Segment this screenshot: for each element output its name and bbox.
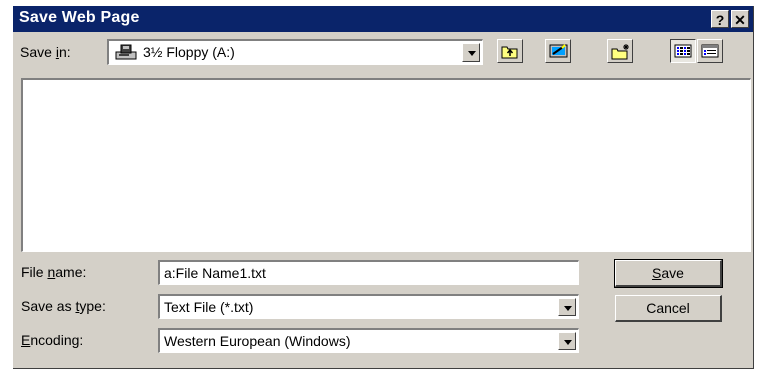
help-button[interactable]: ? xyxy=(711,10,729,28)
save-as-type-label: Save as type: xyxy=(21,298,106,314)
encoding-dropdown[interactable]: Western European (Windows) xyxy=(158,328,579,353)
up-one-level-button[interactable] xyxy=(497,39,523,63)
save-in-dropdown[interactable]: 3½ Floppy (A:) xyxy=(107,39,483,65)
save-in-label: Save in: xyxy=(20,44,71,60)
save-button[interactable]: Save xyxy=(614,259,723,288)
save-in-value: 3½ Floppy (A:) xyxy=(143,44,235,60)
encoding-label: Encoding: xyxy=(21,332,84,348)
file-name-label: File name: xyxy=(21,264,87,280)
save-as-type-dropdown[interactable]: Text File (*.txt) xyxy=(158,294,579,319)
details-view-button[interactable] xyxy=(697,39,723,63)
save-web-page-dialog: Save Web Page ? ✕ Save in: 3½ Floppy (A:… xyxy=(13,6,754,369)
file-name-input[interactable]: a:File Name1.txt xyxy=(158,260,579,285)
list-view-button[interactable] xyxy=(670,39,696,63)
save-as-type-value: Text File (*.txt) xyxy=(164,299,254,315)
cancel-button[interactable]: Cancel xyxy=(615,295,722,322)
title-bar[interactable]: Save Web Page ? ✕ xyxy=(13,6,753,32)
close-button[interactable]: ✕ xyxy=(731,10,749,28)
file-name-value: a:File Name1.txt xyxy=(164,265,266,281)
encoding-dropdown-arrow[interactable] xyxy=(558,332,576,350)
file-list[interactable] xyxy=(21,78,751,252)
save-as-type-dropdown-arrow[interactable] xyxy=(558,298,576,316)
new-folder-button[interactable] xyxy=(607,39,633,63)
save-in-dropdown-arrow[interactable] xyxy=(462,43,480,62)
floppy-drive-icon xyxy=(114,43,138,66)
desktop-button[interactable] xyxy=(545,39,571,63)
encoding-value: Western European (Windows) xyxy=(164,333,351,349)
window-title: Save Web Page xyxy=(19,9,140,26)
